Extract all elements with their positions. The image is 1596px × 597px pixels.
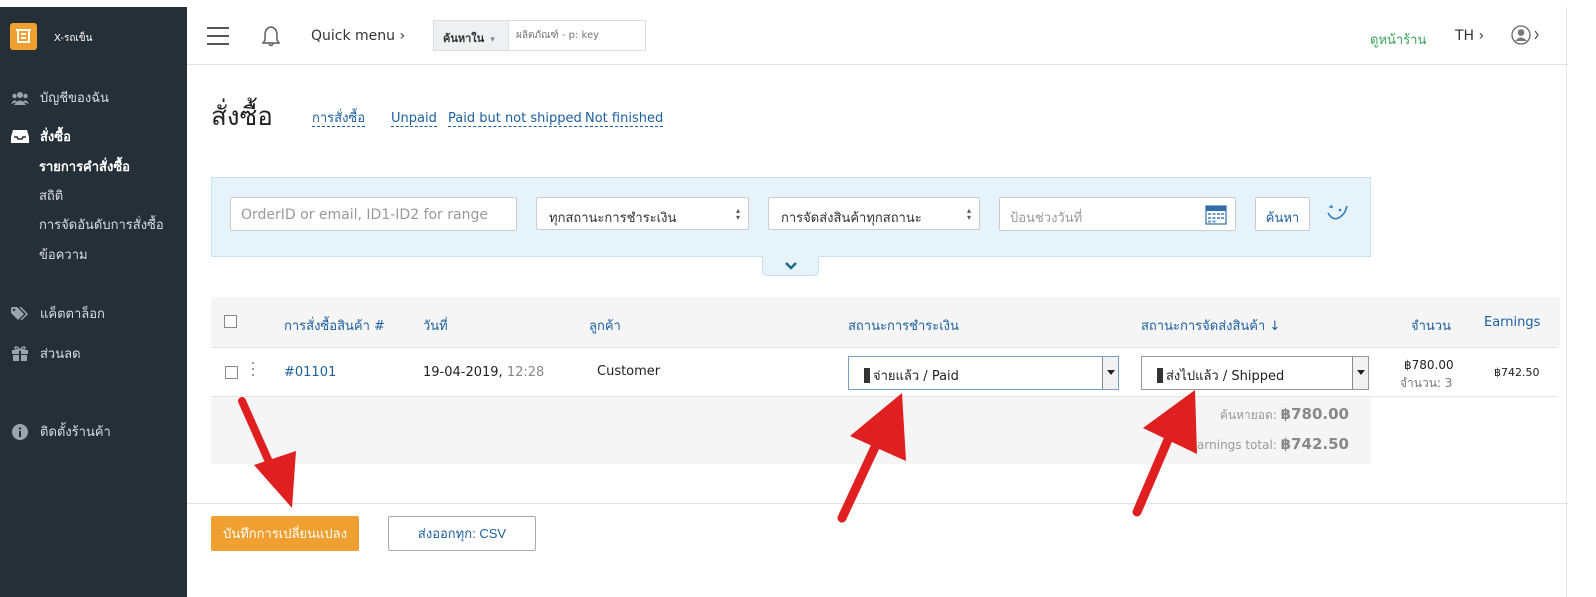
- tab-paid-not-shipped[interactable]: Paid but not shipped: [448, 111, 582, 127]
- logo[interactable]: [10, 23, 37, 50]
- dropdown-arrow-icon: [1102, 357, 1118, 389]
- brand-name: X-รถเข็น: [54, 33, 93, 44]
- order-search-input[interactable]: OrderID or email, ID1-ID2 for range: [230, 197, 517, 231]
- earnings-total-value: ฿742.50: [1280, 435, 1349, 453]
- customer-name: Customer: [597, 364, 661, 379]
- sidebar-item-label: บัญชีของฉัน: [40, 91, 109, 106]
- payment-status-select[interactable]: ทุกสถานะการชำระเงิน ▴ ▾: [536, 197, 749, 230]
- calendar-icon[interactable]: [1205, 204, 1227, 229]
- select-all-checkbox[interactable]: [224, 315, 237, 328]
- export-csv-button[interactable]: ส่งออกทุก: CSV: [388, 516, 536, 551]
- divider: [1566, 7, 1567, 597]
- users-icon: [10, 90, 30, 106]
- sidebar: X-รถเข็น บัญชีของฉัน สั่งซื้อ รายการคำสั…: [0, 7, 187, 597]
- sidebar-subitem-statistics[interactable]: สถิติ: [39, 185, 63, 206]
- order-date-value: 19-04-2019,: [423, 365, 503, 380]
- shipping-status-value: ส่งไปแล้ว / Shipped: [1166, 369, 1285, 384]
- chevron-down-icon: [784, 262, 797, 270]
- order-quantity: จำนวน: 3: [1400, 376, 1453, 390]
- sidebar-subitem-messages[interactable]: ข้อความ: [39, 244, 88, 265]
- sidebar-subitem-order-ranking[interactable]: การจัดอันดับการสั่งซื้อ: [39, 214, 164, 235]
- date-range-placeholder: ป้อนช่วงวันที่: [1010, 211, 1083, 226]
- shipping-status-dropdown[interactable]: ส่งไปแล้ว / Shipped: [1141, 356, 1369, 390]
- drag-handle-icon[interactable]: [252, 362, 255, 380]
- save-changes-button[interactable]: บันทึกการเปลี่ยนแปลง: [211, 516, 359, 551]
- search-total-label: ค้นหายอด:: [1219, 408, 1277, 422]
- quick-menu[interactable]: Quick menu ›: [311, 28, 405, 44]
- order-time-value: 12:28: [506, 365, 545, 380]
- shipping-status-select[interactable]: การจัดส่งสินค้าทุกสถานะ ▴ ▾: [768, 197, 980, 230]
- storefront-link[interactable]: ดูหน้าร้าน: [1370, 29, 1426, 50]
- tab-unpaid[interactable]: Unpaid: [391, 111, 437, 127]
- sidebar-item-account[interactable]: บัญชีของฉัน: [10, 87, 109, 108]
- header-payment-status[interactable]: สถานะการชำระเงิน: [848, 315, 959, 336]
- header-shipping-status[interactable]: สถานะการจัดส่งสินค้า ↓: [1141, 315, 1280, 336]
- order-amount: ฿780.00: [1404, 358, 1454, 372]
- search-input[interactable]: [509, 21, 645, 50]
- language-label: TH: [1455, 28, 1475, 44]
- payment-status-select-label: ทุกสถานะการชำระเงิน: [549, 211, 677, 226]
- tab-not-finished[interactable]: Not finished: [585, 111, 664, 127]
- table-row: #01101 19-04-2019, 12:28 Customer จ่ายแล…: [211, 347, 1557, 397]
- header-date[interactable]: วันที่: [423, 315, 448, 336]
- status-color-swatch: [864, 368, 870, 383]
- page-title: สั่งซื้อ: [211, 102, 273, 132]
- sidebar-item-label: ส่วนลด: [40, 347, 81, 362]
- language-selector[interactable]: TH ›: [1455, 28, 1484, 44]
- search-scope-select[interactable]: ค้นหาใน ▾: [434, 21, 509, 50]
- search-button[interactable]: ค้นหา: [1255, 197, 1310, 231]
- payment-status-value: จ่ายแล้ว / Paid: [873, 369, 959, 384]
- tags-icon: [10, 306, 30, 322]
- earnings-total-label: Earnings total:: [1189, 438, 1277, 452]
- sidebar-item-label: แค็ตตาล็อก: [40, 307, 105, 322]
- cart-logo-icon: [16, 29, 31, 43]
- chevron-right-icon: ›: [399, 28, 406, 44]
- order-id-link[interactable]: #01101: [284, 365, 336, 380]
- header-earnings[interactable]: Earnings: [1484, 315, 1540, 330]
- search-total-value: ฿780.00: [1280, 405, 1349, 423]
- gift-icon: [10, 346, 30, 362]
- expand-filters-toggle[interactable]: [762, 256, 819, 276]
- sidebar-subitem-order-list[interactable]: รายการคำสั่งซื้อ: [39, 156, 130, 177]
- inbox-icon: [10, 129, 30, 145]
- header-customer[interactable]: ลูกค้า: [589, 315, 621, 336]
- order-date: 19-04-2019, 12:28: [423, 365, 544, 380]
- top-bar: Quick menu › ค้นหาใน ▾ ดูหน้าร้าน TH ›: [187, 7, 1568, 65]
- payment-status-dropdown[interactable]: จ่ายแล้ว / Paid: [848, 356, 1119, 390]
- info-icon: [10, 423, 30, 440]
- sidebar-item-label: ติดตั้งร้านค้า: [40, 425, 111, 440]
- tab-orders[interactable]: การสั่งซื้อ: [312, 111, 366, 127]
- search-total: ค้นหายอด: ฿780.00: [1220, 405, 1349, 425]
- filter-panel: OrderID or email, ID1-ID2 for range ทุกส…: [211, 177, 1371, 257]
- row-checkbox[interactable]: [225, 366, 238, 379]
- sidebar-item-discounts[interactable]: ส่วนลด: [10, 343, 81, 364]
- totals-summary: ค้นหายอด: ฿780.00 Earnings total: ฿742.5…: [211, 397, 1371, 464]
- select-arrows-icon: ▴ ▾: [735, 206, 740, 222]
- clear-filter-wand-icon[interactable]: [1325, 203, 1349, 229]
- sidebar-item-label: สั่งซื้อ: [40, 130, 71, 145]
- order-earnings: ฿742.50: [1494, 366, 1540, 379]
- sidebar-item-catalog[interactable]: แค็ตตาล็อก: [10, 303, 105, 324]
- orders-table-header: การสั่งซื้อสินค้า # วันที่ ลูกค้า สถานะก…: [211, 297, 1560, 347]
- quick-menu-label: Quick menu: [311, 28, 396, 44]
- date-range-input[interactable]: ป้อนช่วงวันที่: [999, 197, 1236, 231]
- search-bar: ค้นหาใน ▾: [433, 20, 646, 51]
- dropdown-arrow-icon: [1352, 357, 1368, 389]
- user-menu[interactable]: [1511, 24, 1541, 50]
- header-order-number[interactable]: การสั่งซื้อสินค้า #: [284, 315, 385, 336]
- shipping-status-select-label: การจัดส่งสินค้าทุกสถานะ: [781, 211, 922, 226]
- bell-icon[interactable]: [261, 25, 281, 51]
- hamburger-menu-icon[interactable]: [207, 27, 229, 51]
- divider: [187, 503, 1568, 504]
- search-scope-label: ค้นหาใน: [443, 32, 485, 45]
- header-amount[interactable]: จำนวน: [1411, 315, 1451, 336]
- sidebar-item-orders[interactable]: สั่งซื้อ: [10, 126, 71, 147]
- caret-down-icon: ▾: [490, 34, 495, 45]
- user-avatar-icon: [1511, 25, 1539, 45]
- status-color-swatch: [1157, 368, 1163, 383]
- sidebar-item-store-setup[interactable]: ติดตั้งร้านค้า: [10, 421, 111, 442]
- earnings-total: Earnings total: ฿742.50: [1189, 435, 1349, 453]
- select-arrows-icon: ▴ ▾: [966, 206, 971, 222]
- chevron-right-icon: ›: [1478, 28, 1485, 44]
